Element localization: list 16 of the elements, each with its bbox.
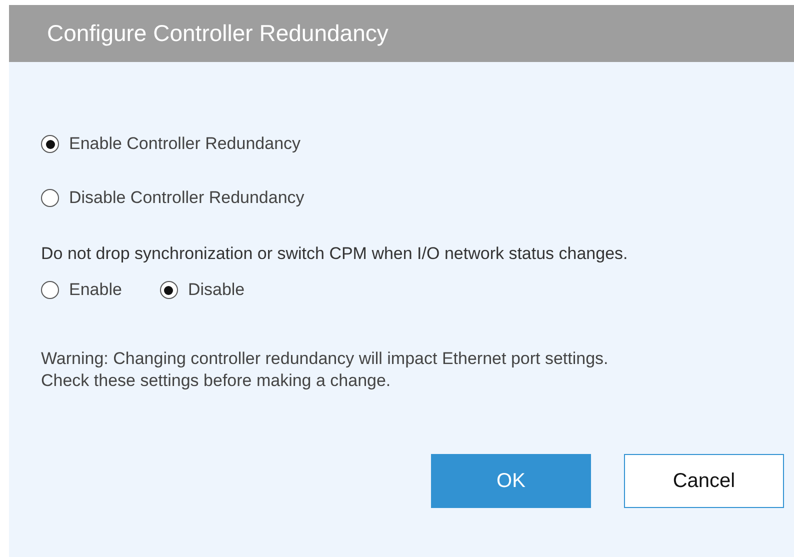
radio-button[interactable] <box>160 281 178 299</box>
radio-option[interactable]: Disable <box>160 280 245 300</box>
radio-option[interactable]: Enable Controller Redundancy <box>41 134 794 154</box>
radio-button[interactable] <box>41 135 59 153</box>
radio-label: Disable <box>188 280 245 300</box>
dialog-title: Configure Controller Redundancy <box>47 20 388 47</box>
radio-option[interactable]: Enable <box>41 280 122 300</box>
radio-label: Disable Controller Redundancy <box>69 188 304 208</box>
radio-button[interactable] <box>41 281 59 299</box>
radio-label: Enable <box>69 280 122 300</box>
radio-label: Enable Controller Redundancy <box>69 134 301 154</box>
cancel-button[interactable]: Cancel <box>624 454 784 508</box>
warning-text: Warning: Changing controller redundancy will impact Ethernet port settings. Check these settings before making a change. <box>41 348 610 392</box>
setting-description: Do not drop synchronization or switch CPM when I/O network status changes. <box>41 244 629 264</box>
radio-button[interactable] <box>41 189 59 207</box>
radio-option[interactable]: Disable Controller Redundancy <box>41 188 794 208</box>
